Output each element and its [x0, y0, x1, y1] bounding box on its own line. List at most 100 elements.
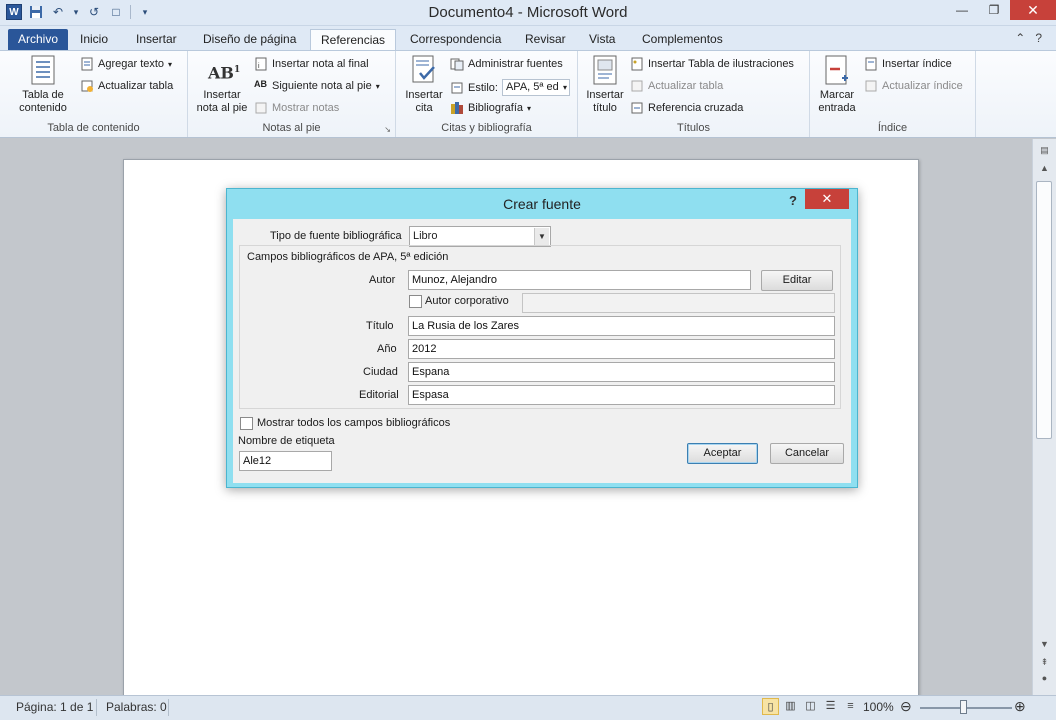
collapse-ribbon-icon[interactable]: ⌃ [1015, 31, 1025, 45]
status-separator [168, 699, 169, 716]
tab-referencias[interactable]: Referencias [310, 29, 397, 50]
referencia-cruzada-button[interactable]: Referencia cruzada [630, 101, 743, 115]
bibliografia-label: Bibliografía [468, 102, 524, 114]
style-icon [450, 81, 464, 95]
publisher-label: Editorial [359, 389, 399, 401]
status-bar: Página: 1 de 1 Palabras: 0 ▯ ▥ ◫ ☰ ≡ 100… [0, 695, 1056, 720]
scroll-up-icon[interactable]: ▲ [1037, 163, 1052, 177]
insertar-titulo-button[interactable]: Insertar título [582, 55, 628, 115]
insertar-nota-al-final-button[interactable]: i Insertar nota al final [254, 57, 369, 71]
year-input[interactable]: 2012 [408, 339, 835, 359]
source-type-value: Libro [413, 230, 438, 242]
status-separator [96, 699, 97, 716]
group-label-citas-y-bibliografia: Citas y bibliografía [441, 122, 532, 134]
agregar-texto-button[interactable]: Agregar texto ▾ [80, 57, 172, 71]
show-all-fields-checkbox[interactable] [240, 417, 253, 430]
outline-view-icon[interactable]: ☰ [822, 698, 839, 715]
estilo-label: Estilo: [468, 81, 498, 94]
tab-revisar[interactable]: Revisar [515, 29, 576, 50]
word-count[interactable]: Palabras: 0 [106, 700, 167, 714]
endnote-icon: i [254, 57, 268, 71]
corporate-author-input[interactable] [522, 293, 835, 313]
author-label: Autor [369, 274, 396, 286]
author-input[interactable]: Munoz, Alejandro [408, 270, 751, 290]
edit-author-button[interactable]: Editar [761, 270, 833, 291]
corporate-author-label: Autor corporativo [425, 295, 509, 307]
dialog-close-button[interactable]: ✕ [805, 189, 849, 209]
tab-vista[interactable]: Vista [579, 29, 625, 50]
insertar-nota-al-pie-button[interactable]: AB1 Insertar nota al pie [190, 55, 254, 115]
referencia-cruzada-label: Referencia cruzada [648, 102, 744, 114]
insertar-tabla-ilustraciones-button[interactable]: Insertar Tabla de ilustraciones [630, 57, 794, 71]
title-input[interactable]: La Rusia de los Zares [408, 316, 835, 336]
bibliography-icon [450, 101, 464, 115]
window-title: Documento4 - Microsoft Word [428, 4, 628, 21]
minimize-button[interactable]: — [946, 0, 978, 20]
dialog-help-icon[interactable]: ? [789, 193, 797, 208]
fields-group-label: Campos bibliográficos de APA, 5ª edición [245, 251, 451, 263]
title-label: Título [366, 320, 394, 332]
bibliografia-button[interactable]: Bibliografía ▾ [450, 101, 531, 115]
close-window-button[interactable]: ✕ [1010, 0, 1056, 20]
crear-fuente-dialog: Crear fuente ? ✕ Tipo de fuente bibliogr… [226, 188, 858, 488]
scrollbar-thumb[interactable] [1036, 181, 1052, 439]
zoom-out-icon[interactable]: ⊖ [900, 698, 912, 715]
tab-inicio[interactable]: Inicio [70, 29, 118, 50]
estilo-dropdown[interactable]: APA, 5ª ed ▾ [501, 79, 570, 96]
chevron-down-icon[interactable]: ▼ [534, 228, 549, 245]
marcar-entrada-button[interactable]: Marcar entrada [814, 55, 860, 115]
mark-entry-icon [823, 55, 851, 85]
vertical-scrollbar[interactable]: ▤ ▲ ▼ ⇞ ● [1032, 139, 1056, 695]
actualizar-tabla-titulos-button[interactable]: Actualizar tabla [630, 79, 723, 93]
tab-archivo[interactable]: Archivo [8, 29, 69, 50]
table-of-figures-icon [630, 57, 644, 71]
cross-reference-icon [630, 101, 644, 115]
siguiente-nota-al-pie-button[interactable]: AB Siguiente nota al pie ▾ [254, 79, 380, 93]
insert-caption-icon [591, 55, 619, 85]
estilo-value: APA, 5ª ed [505, 81, 559, 93]
print-layout-view-icon[interactable]: ▯ [762, 698, 779, 715]
tab-complementos[interactable]: Complementos [632, 29, 733, 50]
dialog-launcher-icon[interactable]: ↘ [384, 125, 391, 134]
tabla-de-contenido-button[interactable]: Tabla de contenido [8, 55, 78, 115]
tag-name-label: Nombre de etiqueta [238, 435, 335, 447]
city-input[interactable]: Espana [408, 362, 835, 382]
insert-citation-icon [410, 55, 438, 85]
tab-correspondencia[interactable]: Correspondencia [400, 29, 511, 50]
insertar-cita-button[interactable]: Insertar cita [400, 55, 448, 115]
tag-name-input[interactable]: Ale12 [239, 451, 332, 471]
insertar-indice-button[interactable]: Insertar índice [864, 57, 952, 71]
zoom-slider-thumb[interactable] [960, 700, 967, 714]
previous-page-icon[interactable]: ⇞ [1037, 657, 1052, 671]
scroll-down-icon[interactable]: ▼ [1037, 639, 1052, 653]
web-layout-icon[interactable]: ◫ [802, 698, 819, 715]
actualizar-indice-button[interactable]: Actualizar índice [864, 79, 963, 93]
accept-button[interactable]: Aceptar [687, 443, 758, 464]
mostrar-notas-button[interactable]: Mostrar notas [254, 101, 339, 115]
tab-insertar[interactable]: Insertar [126, 29, 187, 50]
full-screen-reading-icon[interactable]: ▥ [782, 698, 799, 715]
zoom-in-icon[interactable]: ⊕ [1014, 698, 1026, 715]
tab-diseno-de-pagina[interactable]: Diseño de página [193, 29, 306, 50]
group-label-notas-al-pie: Notas al pie [262, 122, 321, 134]
update-index-icon [864, 79, 878, 93]
restore-button[interactable]: ❐ [978, 0, 1010, 20]
browse-object-icon[interactable]: ● [1037, 673, 1052, 687]
ruler-toggle-icon[interactable]: ▤ [1037, 145, 1052, 159]
publisher-input[interactable]: Espasa [408, 385, 835, 405]
page-count[interactable]: Página: 1 de 1 [16, 700, 93, 714]
year-label: Año [377, 343, 397, 355]
dialog-title: Crear fuente [503, 196, 581, 212]
cancel-button[interactable]: Cancelar [770, 443, 844, 464]
update-table-icon [80, 79, 94, 93]
actualizar-tabla-contenido-button[interactable]: Actualizar tabla [80, 79, 173, 93]
administrar-fuentes-button[interactable]: Administrar fuentes [450, 57, 563, 71]
corporate-author-checkbox[interactable] [409, 295, 422, 308]
window-controls: — ❐ ✕ [946, 0, 1056, 20]
manage-sources-icon [450, 57, 464, 71]
draft-view-icon[interactable]: ≡ [842, 698, 859, 715]
zoom-level[interactable]: 100% [863, 700, 894, 714]
help-icon[interactable]: ? [1035, 31, 1042, 45]
source-type-select[interactable]: Libro ▼ [409, 226, 551, 247]
update-table-icon [630, 79, 644, 93]
